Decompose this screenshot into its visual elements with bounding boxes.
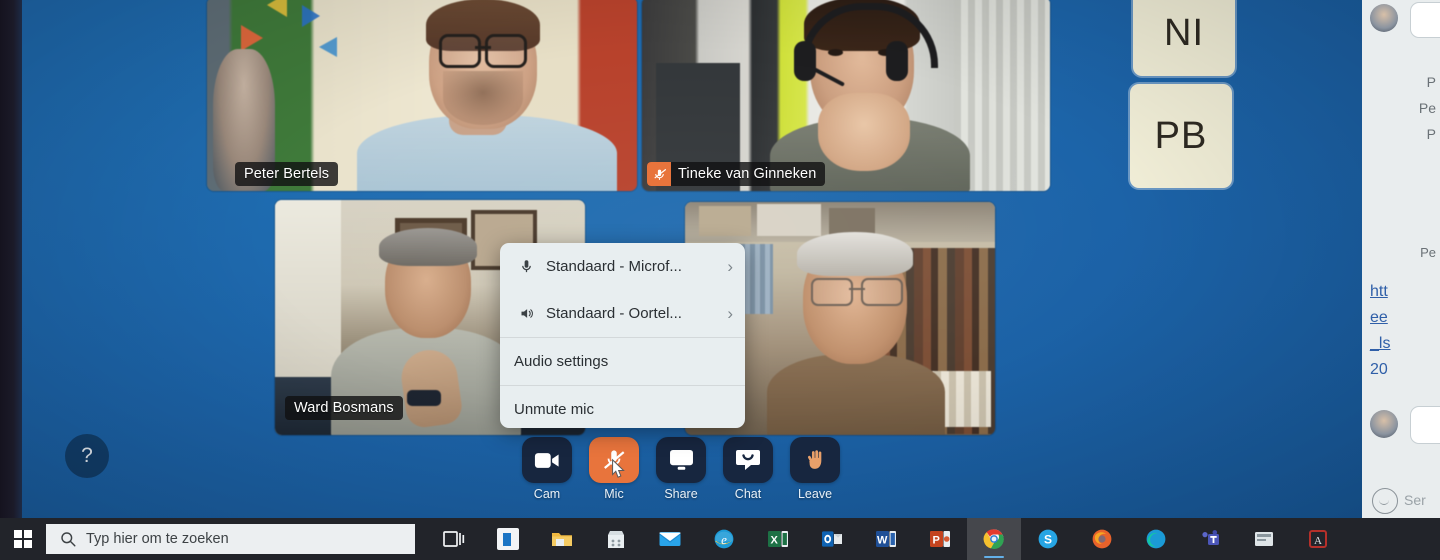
- edge-icon[interactable]: [1129, 518, 1183, 560]
- svg-text:P: P: [933, 534, 940, 546]
- windows-logo-icon: [14, 530, 32, 548]
- windows-start-button[interactable]: [0, 518, 46, 560]
- menu-item-microphone[interactable]: Standaard - Microf... ›: [500, 243, 745, 290]
- participant-name-label: Tineke van Ginneken: [678, 166, 817, 182]
- camera-icon: [522, 437, 572, 483]
- chrome-icon[interactable]: [967, 518, 1021, 560]
- task-view-icon[interactable]: [427, 518, 481, 560]
- svg-text:e: e: [721, 532, 727, 547]
- word-icon[interactable]: W: [859, 518, 913, 560]
- video-meeting-stage: Peter Bertels Tineke van Ginneken Ward B…: [22, 0, 1362, 518]
- file-explorer-icon[interactable]: [535, 518, 589, 560]
- participant-initials-tile-ni[interactable]: NI: [1133, 0, 1235, 76]
- teams-icon[interactable]: [1183, 518, 1237, 560]
- speaker-icon: [514, 306, 538, 321]
- raised-hand-icon: [790, 437, 840, 483]
- menu-item-speaker[interactable]: Standaard - Oortel... ›: [500, 290, 745, 337]
- help-label: ?: [81, 444, 93, 467]
- chat-sender-fragment: Pe: [1420, 245, 1436, 260]
- chat-bubble: [1410, 2, 1440, 38]
- initials-label: NI: [1164, 11, 1204, 54]
- share-label: Share: [664, 487, 698, 501]
- cortana-icon[interactable]: [481, 518, 535, 560]
- cam-label: Cam: [533, 487, 561, 501]
- chat-icon: [723, 437, 773, 483]
- mail-icon[interactable]: [643, 518, 697, 560]
- mic-muted-icon: [589, 437, 639, 483]
- taskbar-search-input[interactable]: Typ hier om te zoeken: [46, 524, 415, 554]
- chat-link-fragment[interactable]: ee: [1370, 309, 1388, 327]
- initials-label: PB: [1154, 114, 1208, 157]
- chat-message-fragment: P: [1426, 126, 1436, 142]
- screen-share-icon: [656, 437, 706, 483]
- menu-item-label: Standaard - Oortel...: [546, 305, 682, 322]
- send-message-placeholder: Ser: [1404, 492, 1426, 508]
- cam-button[interactable]: Cam: [522, 437, 572, 501]
- outlook-icon[interactable]: [805, 518, 859, 560]
- skype-icon[interactable]: S: [1021, 518, 1075, 560]
- meeting-control-bar: Cam Mic Share Chat Leave: [522, 437, 840, 501]
- chat-label: Chat: [734, 487, 762, 501]
- menu-item-label: Audio settings: [514, 353, 609, 370]
- chevron-right-icon: ›: [727, 256, 733, 276]
- app-icon[interactable]: [1237, 518, 1291, 560]
- firefox-icon[interactable]: [1075, 518, 1129, 560]
- excel-icon[interactable]: X: [751, 518, 805, 560]
- emoji-icon[interactable]: [1372, 488, 1398, 514]
- powerpoint-icon[interactable]: P: [913, 518, 967, 560]
- audio-device-menu[interactable]: Standaard - Microf... › Standaard - Oort…: [500, 243, 745, 428]
- search-placeholder-text: Typ hier om te zoeken: [86, 531, 229, 547]
- chat-link-fragment[interactable]: _ls: [1370, 335, 1390, 353]
- chat-button[interactable]: Chat: [723, 437, 773, 501]
- chat-message-fragment: Pe: [1418, 100, 1436, 116]
- svg-text:S: S: [1044, 533, 1052, 547]
- participant-name-badge-muted: Tineke van Ginneken: [647, 162, 826, 186]
- taskbar-icons: e X W P S A: [415, 518, 1345, 560]
- chat-message-fragment: P: [1426, 74, 1436, 90]
- chat-link-fragment[interactable]: htt: [1370, 283, 1388, 301]
- chat-sidebar-panel[interactable]: P Pe P Pe htt ee _ls 20 Ser: [1362, 0, 1440, 518]
- microphone-icon: [514, 258, 538, 275]
- search-icon: [61, 532, 76, 547]
- participant-initials-tile-pb[interactable]: PB: [1130, 84, 1232, 188]
- leave-button[interactable]: Leave: [790, 437, 840, 501]
- avatar: [1370, 410, 1398, 438]
- menu-item-unmute-mic[interactable]: Unmute mic: [500, 386, 745, 428]
- microsoft-store-icon[interactable]: [589, 518, 643, 560]
- menu-item-audio-settings[interactable]: Audio settings: [500, 338, 745, 385]
- participant-name-badge: Ward Bosmans: [285, 396, 403, 420]
- acrobat-icon[interactable]: A: [1291, 518, 1345, 560]
- svg-text:A: A: [1314, 535, 1322, 547]
- chat-link-fragment[interactable]: 20: [1370, 361, 1388, 379]
- mic-button[interactable]: Mic: [589, 437, 639, 501]
- participant-name-badge: Peter Bertels: [235, 162, 339, 186]
- mic-muted-icon: [647, 162, 671, 186]
- menu-item-label: Unmute mic: [514, 401, 595, 418]
- internet-explorer-icon[interactable]: e: [697, 518, 751, 560]
- share-button[interactable]: Share: [656, 437, 706, 501]
- leave-label: Leave: [797, 487, 833, 501]
- svg-text:X: X: [771, 534, 779, 546]
- chevron-right-icon: ›: [727, 303, 733, 323]
- monitor-bezel: [0, 0, 22, 560]
- help-button[interactable]: ?: [65, 434, 109, 478]
- chat-input-bubble[interactable]: [1410, 406, 1440, 444]
- svg-text:W: W: [877, 534, 888, 546]
- mic-label: Mic: [604, 487, 624, 501]
- screen: Peter Bertels Tineke van Ginneken Ward B…: [0, 0, 1440, 560]
- menu-item-label: Standaard - Microf...: [546, 258, 682, 275]
- avatar: [1370, 4, 1398, 32]
- windows-taskbar: Typ hier om te zoeken e X W P S A: [0, 518, 1440, 560]
